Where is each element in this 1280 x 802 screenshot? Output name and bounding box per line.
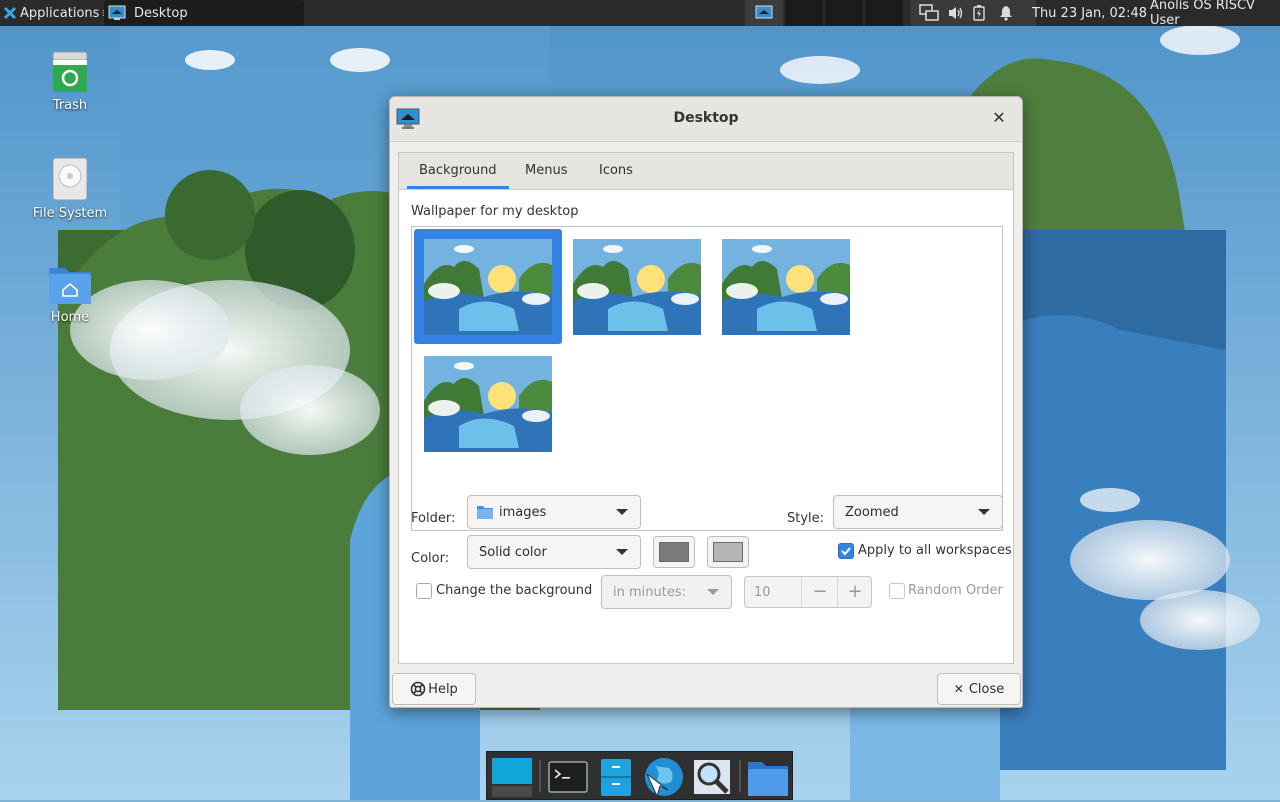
workspace-3[interactable]: [825, 0, 863, 26]
dock-item-search[interactable]: [691, 756, 733, 798]
chevron-down-icon: [978, 509, 990, 515]
dock-item-folder[interactable]: [746, 756, 788, 798]
style-value: Zoomed: [845, 504, 899, 520]
settings-notebook: Background Menus Icons Wallpaper for my …: [398, 152, 1014, 664]
wallpaper-thumbnail[interactable]: [563, 229, 711, 344]
desktop-settings-dialog: Desktop ✕ Background Menus Icons Wallpap…: [389, 96, 1023, 708]
taskbar-label: Desktop: [134, 5, 188, 21]
dialog-title: Desktop: [673, 110, 739, 126]
help-button[interactable]: Help: [392, 673, 476, 705]
change-background-label[interactable]: Change the background: [436, 583, 592, 598]
folder-label: Folder:: [411, 511, 456, 526]
network-icon[interactable]: [919, 4, 939, 22]
taskbar-button-desktop[interactable]: Desktop: [104, 0, 304, 26]
tab-bar: Background Menus Icons: [399, 153, 1013, 190]
color-mode-dropdown[interactable]: Solid color: [467, 535, 641, 569]
dock-item-show-desktop[interactable]: [491, 756, 533, 798]
folder-icon: [748, 762, 788, 796]
top-panel: Applications ≡ Desktop: [0, 0, 1280, 28]
xfce-logo-icon: [3, 6, 17, 20]
chevron-down-icon: [616, 549, 628, 555]
minus-icon[interactable]: −: [801, 577, 838, 607]
random-order-checkbox[interactable]: [889, 583, 905, 599]
desktop-icon-home[interactable]: Home: [20, 262, 120, 325]
desktop-icon: [492, 758, 532, 797]
dock-separator: [539, 760, 541, 792]
home-folder-icon: [49, 268, 91, 304]
dialog-titlebar[interactable]: Desktop ✕: [390, 97, 1022, 142]
desktop-icon-label: Trash: [52, 98, 88, 113]
file-manager-icon: [601, 759, 631, 796]
plus-icon[interactable]: +: [837, 577, 872, 607]
desktop-icon-file-system[interactable]: File System: [20, 156, 120, 221]
search-icon: [694, 760, 730, 794]
apply-all-label[interactable]: Apply to all workspaces: [858, 543, 1012, 558]
dock: [486, 751, 793, 800]
close-button[interactable]: ✕ Close: [937, 673, 1021, 705]
terminal-icon: [548, 761, 588, 793]
color2-swatch: [713, 542, 743, 562]
help-lifebuoy-icon: [410, 681, 426, 697]
trash-icon: [52, 51, 88, 92]
folder-icon: [477, 506, 493, 519]
style-label: Style:: [787, 511, 825, 526]
color2-button[interactable]: [707, 536, 749, 568]
color1-button[interactable]: [653, 536, 695, 568]
workspace-4[interactable]: [865, 0, 903, 26]
wallpaper-thumbnail[interactable]: [414, 229, 562, 344]
workspace-1[interactable]: [745, 0, 783, 26]
change-background-checkbox[interactable]: [416, 583, 432, 599]
desktop-settings-icon: [108, 5, 126, 20]
checkmark-icon: [841, 547, 851, 556]
clock[interactable]: Thu 23 Jan, 02:48: [1032, 0, 1147, 26]
drive-icon: [52, 157, 88, 201]
folder-dropdown[interactable]: images: [467, 495, 641, 529]
close-button-label: Close: [968, 681, 1005, 697]
random-order-label[interactable]: Random Order: [908, 583, 1003, 598]
dock-item-file-manager[interactable]: [595, 756, 637, 798]
close-icon: ✕: [953, 682, 964, 696]
wallpaper-grid[interactable]: [411, 226, 1003, 531]
interval-spinbutton[interactable]: 10 − +: [744, 576, 872, 608]
battery-icon[interactable]: [973, 5, 985, 21]
system-tray: [911, 0, 1036, 26]
wallpaper-thumbnail[interactable]: [414, 346, 562, 461]
user-menu[interactable]: Anolis OS RISCV User: [1150, 0, 1280, 28]
notification-bell-icon[interactable]: [999, 5, 1013, 21]
applications-label: Applications: [20, 5, 100, 21]
tab-menus[interactable]: Menus: [513, 153, 579, 189]
desktop-icon-label: File System: [32, 206, 108, 221]
interval-value: 10: [754, 585, 771, 600]
apply-all-checkbox[interactable]: [838, 543, 854, 559]
workspace-2[interactable]: [785, 0, 823, 26]
applications-menu[interactable]: Applications ≡: [3, 0, 112, 26]
tab-icons[interactable]: Icons: [587, 153, 645, 189]
wallpaper-section-label: Wallpaper for my desktop: [411, 204, 579, 219]
folder-value: images: [499, 504, 547, 520]
color-label: Color:: [411, 551, 450, 566]
dock-item-web-browser[interactable]: [641, 756, 683, 798]
tab-background[interactable]: Background: [407, 153, 509, 189]
chevron-down-icon: [707, 589, 719, 595]
desktop-settings-icon: [755, 5, 773, 19]
chevron-down-icon: [616, 509, 628, 515]
interval-unit-value: in minutes:: [613, 584, 686, 600]
style-dropdown[interactable]: Zoomed: [833, 495, 1003, 529]
help-button-label: Help: [428, 681, 458, 697]
dock-separator: [739, 760, 741, 792]
interval-unit-dropdown[interactable]: in minutes:: [601, 575, 732, 609]
color-mode-value: Solid color: [479, 544, 547, 560]
dock-item-terminal[interactable]: [547, 756, 589, 798]
web-browser-icon: [645, 758, 683, 798]
desktop-icon-label: Home: [50, 310, 90, 325]
desktop-icon-trash[interactable]: Trash: [20, 50, 120, 113]
color1-swatch: [659, 542, 689, 562]
close-icon[interactable]: ✕: [988, 107, 1010, 129]
wallpaper-thumbnail[interactable]: [712, 229, 860, 344]
volume-icon[interactable]: [947, 5, 965, 21]
